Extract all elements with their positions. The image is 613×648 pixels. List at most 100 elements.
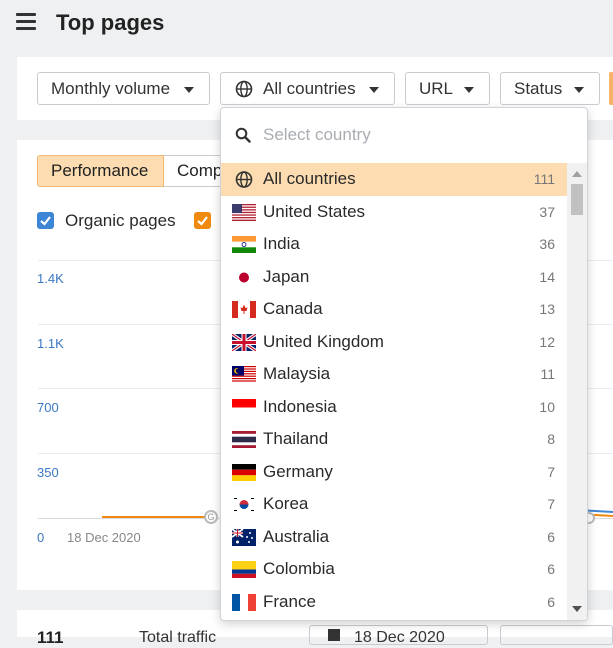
country-option-us[interactable]: United States 37	[221, 196, 567, 229]
country-name: Australia	[263, 526, 330, 546]
search-icon	[235, 127, 251, 143]
country-option-indonesia[interactable]: Indonesia 10	[221, 391, 567, 424]
indonesia-flag-icon	[232, 398, 256, 416]
scrollbar-thumb[interactable]	[571, 184, 583, 215]
country-count: 13	[539, 301, 555, 318]
url-label: URL	[419, 78, 454, 98]
country-list: All countries 111 United States 37 India…	[221, 163, 567, 618]
date-picker[interactable]: 18 Dec 2020	[309, 625, 488, 646]
y-tick-label: 0	[37, 530, 45, 545]
korea-flag-icon	[232, 496, 256, 513]
canada-flag-icon	[232, 301, 256, 318]
country-name: Indonesia	[263, 396, 337, 416]
y-tick-label: 350	[37, 465, 59, 480]
url-dropdown[interactable]: URL	[405, 72, 490, 105]
france-flag-icon	[232, 593, 256, 611]
annotation-marker[interactable]: G	[204, 510, 218, 524]
country-option-malaysia[interactable]: Malaysia 11	[221, 358, 567, 391]
country-name: Canada	[263, 299, 323, 319]
country-name: France	[263, 591, 316, 611]
more-filter-button[interactable]	[609, 72, 613, 105]
tab-performance[interactable]: Performance	[37, 155, 164, 187]
chevron-down-icon	[369, 87, 379, 93]
country-option-all[interactable]: All countries 111	[221, 163, 567, 196]
country-name: United States	[263, 201, 366, 221]
country-name: Japan	[263, 266, 310, 286]
status-label: Status	[514, 78, 563, 98]
menu-icon[interactable]	[16, 13, 36, 31]
countries-dropdown[interactable]: All countries	[220, 72, 395, 105]
chevron-down-icon	[464, 87, 474, 93]
check-icon	[197, 216, 208, 226]
country-count: 7	[547, 463, 555, 480]
country-dropdown-menu: All countries 111 United States 37 India…	[220, 107, 588, 621]
country-name: India	[263, 234, 300, 254]
date-label: 18 Dec 2020	[354, 629, 445, 646]
country-count: 12	[539, 333, 555, 350]
country-count: 11	[540, 366, 555, 383]
calendar-icon	[328, 629, 340, 641]
page-title: Top pages	[56, 10, 165, 35]
country-option-uk[interactable]: United Kingdom 12	[221, 326, 567, 359]
country-count: 6	[547, 528, 555, 545]
country-option-france[interactable]: France 6	[221, 586, 567, 619]
country-option-india[interactable]: India 36	[221, 228, 567, 261]
country-name: Korea	[263, 494, 309, 514]
country-option-germany[interactable]: Germany 7	[221, 456, 567, 489]
monthly-volume-label: Monthly volume	[51, 78, 171, 98]
country-count: 10	[539, 398, 555, 415]
pages-count: 111	[37, 628, 64, 647]
us-flag-icon	[232, 203, 256, 221]
country-option-japan[interactable]: Japan 14	[221, 261, 567, 294]
page-header: Top pages	[0, 0, 613, 57]
country-count: 37	[539, 203, 555, 220]
country-option-canada[interactable]: Canada 13	[221, 293, 567, 326]
country-search-input[interactable]	[261, 122, 561, 148]
scroll-down-icon[interactable]	[572, 606, 582, 612]
tab-comparison[interactable]: Comp	[164, 155, 224, 187]
countries-label: All countries	[263, 78, 356, 98]
malaysia-flag-icon	[232, 366, 256, 383]
country-count: 111	[533, 171, 555, 188]
country-count: 6	[547, 593, 555, 610]
total-traffic-label: Total traffic	[139, 629, 217, 646]
thailand-flag-icon	[232, 431, 256, 448]
dropdown-scrollbar[interactable]	[567, 163, 587, 620]
country-name: Thailand	[263, 429, 329, 449]
germany-flag-icon	[232, 463, 256, 481]
tab-performance-label: Performance	[51, 161, 149, 180]
country-option-colombia[interactable]: Colombia 6	[221, 553, 567, 586]
country-name: United Kingdom	[263, 331, 384, 351]
compare-button[interactable]	[500, 625, 613, 645]
country-name: Colombia	[263, 559, 335, 579]
country-name: Germany	[263, 461, 333, 481]
country-count: 36	[539, 236, 555, 253]
monthly-volume-dropdown[interactable]: Monthly volume	[37, 72, 210, 105]
country-count: 8	[547, 431, 555, 448]
y-tick-label: 1.4K	[37, 271, 64, 286]
status-dropdown[interactable]: Status	[500, 72, 600, 105]
country-option-thailand[interactable]: Thailand 8	[221, 423, 567, 456]
y-tick-label: 1.1K	[37, 336, 64, 351]
globe-icon	[235, 80, 253, 98]
series-line-orange	[102, 516, 207, 518]
colombia-flag-icon	[232, 561, 256, 578]
country-count: 7	[547, 496, 555, 513]
australia-flag-icon	[232, 528, 256, 546]
country-count: 14	[539, 268, 555, 285]
organic-pages-checkbox[interactable]	[37, 212, 54, 229]
chevron-down-icon	[574, 87, 584, 93]
chevron-down-icon	[184, 87, 194, 93]
country-option-korea[interactable]: Korea 7	[221, 488, 567, 521]
x-tick-label: 18 Dec 2020	[67, 530, 141, 545]
uk-flag-icon	[232, 333, 256, 351]
second-series-checkbox[interactable]	[194, 212, 211, 229]
country-name: All countries	[263, 169, 356, 189]
check-icon	[40, 216, 51, 226]
country-option-australia[interactable]: Australia 6	[221, 521, 567, 554]
annotation-marker-label: G	[207, 512, 215, 522]
organic-pages-label: Organic pages	[65, 211, 176, 230]
scroll-up-icon[interactable]	[572, 171, 582, 177]
country-count: 6	[547, 561, 555, 578]
india-flag-icon	[232, 236, 256, 253]
